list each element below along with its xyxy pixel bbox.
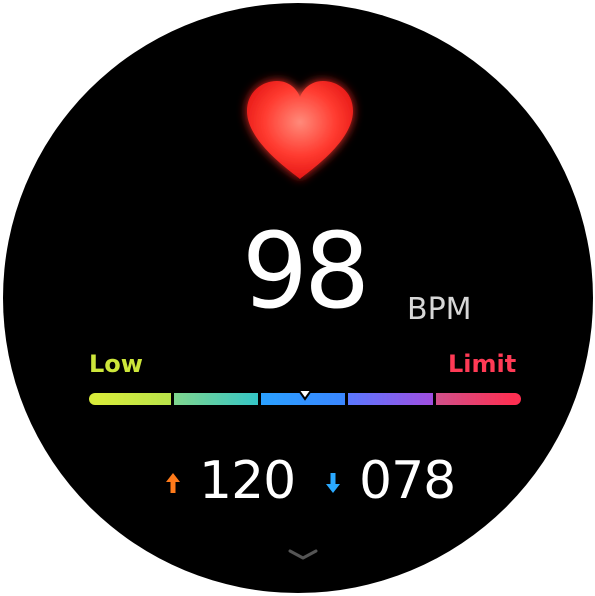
min-heart-rate-value: 078 [359,451,456,511]
heart-rate-value: 98 [241,210,370,332]
max-heart-rate-value: 120 [199,451,296,511]
heart-rate-zone-bar [89,391,521,407]
arrow-down-icon [326,473,340,493]
zone-segment-2 [174,393,258,405]
zone-low-label: Low [89,350,143,378]
arrow-up-icon [166,473,180,493]
heart-icon [235,71,365,191]
zone-limit-label: Limit [448,350,517,378]
watch-face: 98 BPM Low Limit 120 078 [3,3,593,593]
chevron-down-icon[interactable] [286,548,320,562]
heart-rate-unit: BPM [407,292,472,327]
zone-segment-4 [348,393,433,405]
